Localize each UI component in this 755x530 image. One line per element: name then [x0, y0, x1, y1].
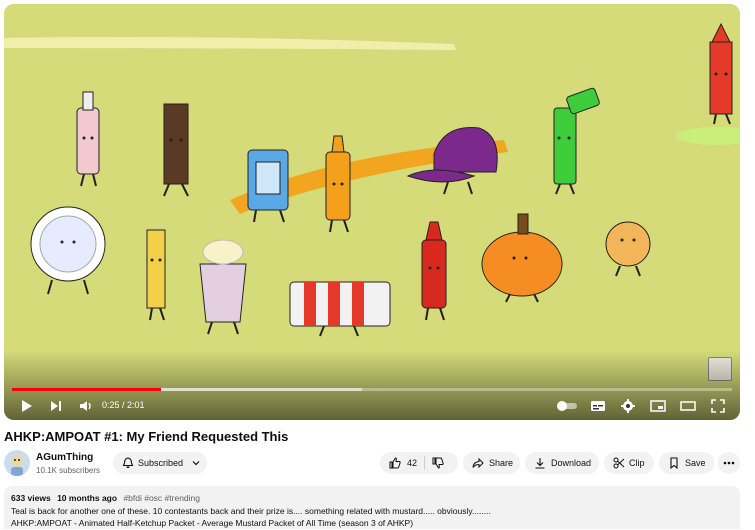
description-line-2: AHKP:AMPOAT - Animated Half-Ketchup Pack…	[11, 518, 414, 528]
bookmark-icon	[670, 457, 678, 469]
subtitles-icon	[591, 401, 605, 411]
chevron-down-icon	[192, 461, 200, 466]
character-brown-bar	[163, 103, 189, 197]
character-fry	[146, 229, 166, 321]
avatar-icon	[11, 455, 23, 476]
share-label: Share	[489, 458, 514, 468]
thumbs-down-icon	[432, 457, 444, 469]
description-meta: 633 views 10 months ago #bfdi #osc #tren…	[11, 492, 733, 505]
hashtags[interactable]: #bfdi #osc #trending	[123, 493, 200, 503]
next-button[interactable]	[46, 396, 66, 416]
clip-button[interactable]: Clip	[604, 452, 654, 474]
description-box[interactable]: 633 views 10 months ago #bfdi #osc #tren…	[4, 486, 740, 529]
miniplayer-button[interactable]	[648, 396, 668, 416]
theater-icon	[680, 401, 696, 411]
subscriber-count: 10.1K subscribers	[36, 466, 101, 475]
miniplayer-icon	[650, 400, 666, 412]
character-red-crayon	[709, 22, 733, 125]
fullscreen-icon	[711, 399, 725, 413]
like-button[interactable]: 42	[389, 457, 417, 469]
like-dislike-group: 42	[380, 452, 458, 474]
download-button[interactable]: Download	[525, 452, 599, 474]
autoplay-toggle-icon	[557, 401, 577, 411]
video-title: AHKP:AMPOAT #1: My Friend Requested This	[4, 429, 289, 444]
next-icon	[51, 401, 61, 411]
bell-icon	[122, 457, 134, 468]
channel-name[interactable]: AGumThing	[36, 452, 93, 463]
more-horizontal-icon	[723, 461, 735, 465]
download-label: Download	[551, 458, 592, 468]
progress-bar[interactable]	[12, 388, 732, 391]
share-button[interactable]: Share	[463, 452, 520, 474]
share-icon	[472, 457, 484, 469]
like-count: 42	[407, 458, 418, 468]
like-divider	[424, 456, 426, 470]
progress-played	[12, 388, 162, 391]
subtitles-button[interactable]	[588, 396, 608, 416]
subscribed-button[interactable]: Subscribed	[113, 452, 207, 474]
scissors-icon	[613, 457, 625, 469]
autoplay-toggle[interactable]	[556, 396, 578, 416]
video-player[interactable]: 0:25 / 2:01	[4, 4, 740, 420]
play-icon	[22, 400, 32, 412]
character-cup	[199, 239, 247, 335]
thumbs-up-icon	[389, 457, 401, 469]
upload-age: 10 months ago	[57, 493, 118, 503]
settings-button[interactable]	[618, 396, 638, 416]
timecode: 0:25 / 2:01	[102, 400, 145, 410]
save-label: Save	[685, 458, 706, 468]
channel-avatar[interactable]	[4, 450, 30, 476]
gear-icon	[621, 399, 635, 413]
clip-label: Clip	[629, 458, 645, 468]
volume-icon	[80, 401, 91, 411]
download-icon	[535, 458, 545, 469]
more-actions-button[interactable]	[718, 452, 740, 474]
description-line-1: Teal is back for another one of these. 1…	[11, 505, 491, 516]
save-button[interactable]: Save	[659, 452, 714, 474]
fullscreen-button[interactable]	[708, 396, 728, 416]
theater-button[interactable]	[678, 396, 698, 416]
player-controls: 0:25 / 2:01	[4, 394, 740, 418]
volume-button[interactable]	[76, 396, 96, 416]
subscribed-label: Subscribed	[138, 458, 184, 468]
view-count: 633 views	[11, 493, 51, 503]
dislike-button[interactable]	[432, 457, 444, 469]
play-button[interactable]	[16, 396, 36, 416]
